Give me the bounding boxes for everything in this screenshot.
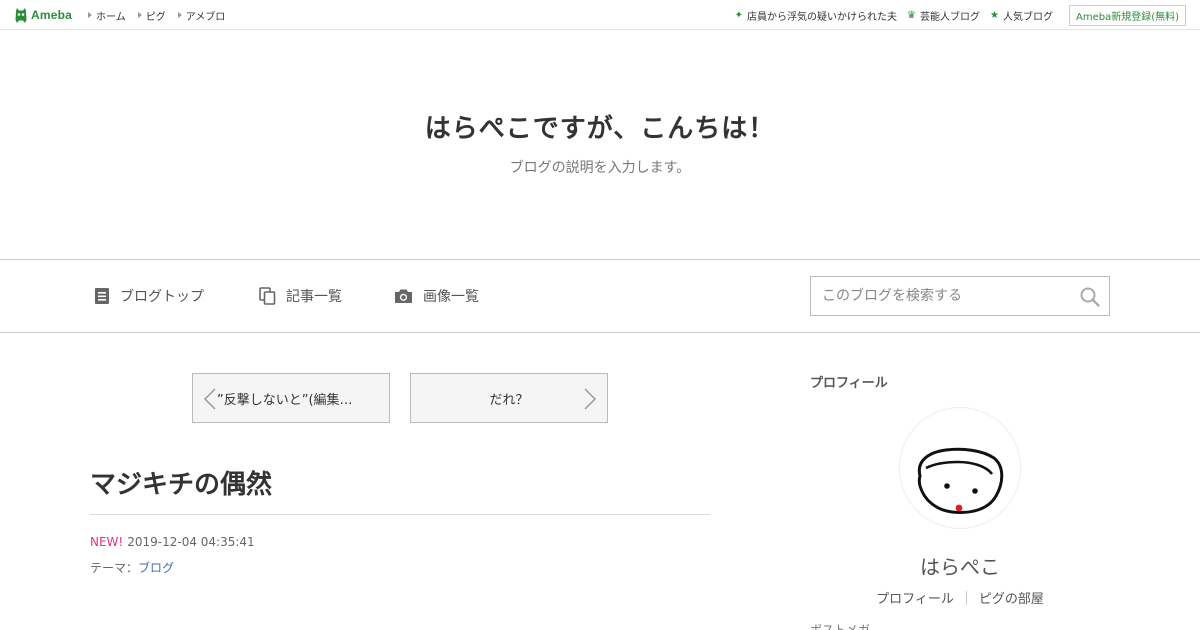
top-nav-label: ピグ — [145, 11, 166, 23]
nav-blog-top[interactable]: ブログトップ — [94, 260, 204, 332]
nav-label: 画像一覧 — [423, 289, 479, 305]
top-nav-label: アメブロ — [185, 11, 226, 23]
logo-text: Ameba — [31, 8, 73, 22]
blog-description: ブログの説明を入力します。 — [509, 160, 691, 176]
triangle-icon — [137, 12, 142, 18]
entry-divider — [90, 514, 710, 515]
signup-button[interactable]: Ameba新規登録(無料) — [1068, 4, 1186, 26]
popular-blog-link[interactable]: ★ 人気ブログ — [990, 8, 1053, 23]
profile-heading: プロフィール — [810, 376, 888, 391]
sidebar-cut-text: ポストメガ — [810, 624, 870, 630]
theme-label: テーマ： — [90, 561, 139, 575]
sparkle-icon: ✦ — [734, 9, 744, 21]
prev-entry-button[interactable]: ”反撃しないと”(編集… — [192, 373, 390, 423]
top-nav-pigg[interactable]: ピグ — [137, 8, 166, 23]
theme-link[interactable]: ブログ — [138, 561, 174, 575]
link-separator — [965, 590, 967, 605]
top-right-links: ✦ 店員から浮気の疑いかけられた夫 ♛ 芸能人ブログ ★ 人気ブログ Ameba新規登… — [725, 0, 1186, 30]
top-nav-label: ホーム — [96, 11, 126, 23]
link-label: 店員から浮気の疑いかけられた夫 — [747, 11, 898, 23]
chevron-right-icon — [584, 388, 597, 410]
avatar-image — [917, 447, 1004, 514]
nav-label: 記事一覧 — [286, 289, 342, 305]
trending-topic-link[interactable]: ✦ 店員から浮気の疑いかけられた夫 — [735, 8, 897, 23]
pigg-room-link[interactable]: ピグの部屋 — [979, 588, 1044, 607]
nav-entry-list[interactable]: 記事一覧 — [259, 260, 342, 332]
star-icon: ★ — [990, 9, 999, 21]
triangle-icon — [88, 12, 92, 18]
blog-title[interactable]: はらぺこですが、こんちは！ — [0, 108, 1200, 145]
entry-meta: NEW! 2019-12-04 04:35:41 — [90, 535, 255, 549]
camera-icon — [395, 289, 412, 303]
link-label: 芸能人ブログ — [920, 11, 981, 23]
search-input[interactable] — [811, 277, 1071, 315]
next-entry-title: だれ？ — [489, 392, 529, 408]
nav-label: ブログトップ — [120, 289, 204, 305]
search-icon[interactable] — [1079, 286, 1101, 308]
prev-entry-title: ”反撃しないと”(編集… — [217, 392, 353, 408]
next-entry-button[interactable]: だれ？ — [410, 373, 608, 423]
crown-icon: ♛ — [907, 9, 917, 21]
triangle-icon — [177, 12, 182, 18]
top-nav-ameblo[interactable]: アメブロ — [177, 8, 226, 23]
blog-search — [810, 276, 1110, 316]
entry-theme: テーマ：ブログ — [90, 559, 174, 576]
ameba-mascot-icon — [15, 7, 27, 23]
avatar[interactable] — [900, 408, 1020, 528]
ameba-logo[interactable]: Ameba — [14, 6, 72, 24]
new-badge: NEW! — [90, 535, 124, 549]
top-bar: Ameba ホーム ピグ アメブロ ✦ 店員から浮気の疑いかけられた夫 ♛ 芸能人ブ… — [0, 0, 1200, 30]
celebrity-blog-link[interactable]: ♛ 芸能人ブログ — [907, 8, 980, 23]
copy-icon — [259, 287, 276, 305]
chevron-left-icon — [203, 388, 216, 410]
entry-title[interactable]: マジキチの偶然 — [90, 464, 272, 501]
profile-name[interactable]: はらぺこ — [810, 551, 1110, 580]
profile-link[interactable]: プロフィール — [876, 588, 954, 607]
entry-datetime: 2019-12-04 04:35:41 — [127, 535, 255, 549]
document-icon — [95, 288, 109, 304]
global-nav: ブログトップ 記事一覧 画像一覧 — [0, 259, 1200, 333]
profile-links: プロフィール ピグの部屋 — [810, 588, 1110, 607]
nav-image-list[interactable]: 画像一覧 — [394, 260, 479, 332]
top-nav-home[interactable]: ホーム — [88, 8, 126, 23]
top-nav: ホーム ピグ アメブロ — [88, 0, 237, 30]
link-label: 人気ブログ — [1002, 11, 1053, 23]
